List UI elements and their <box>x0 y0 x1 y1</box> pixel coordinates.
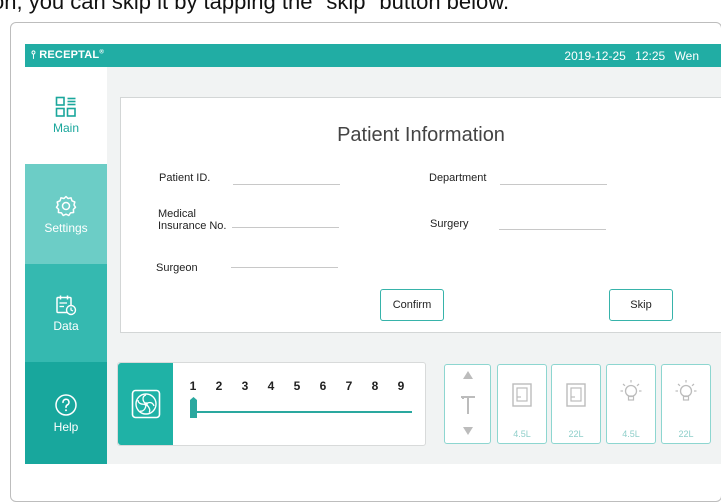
lightbulb-icon <box>607 379 655 405</box>
page-title: Patient Information <box>337 124 505 146</box>
lightbulb-icon <box>662 379 710 405</box>
datetime: 2019-12-25 12:25 Wen <box>558 49 699 63</box>
surgery-label: Surgery <box>430 218 469 230</box>
brand-name: RECEPTAL <box>39 49 100 61</box>
arrow-down-icon[interactable] <box>445 427 490 435</box>
light-caption: 4.5L <box>622 429 640 439</box>
sidebar-item-label: Help <box>53 419 79 434</box>
patient-id-field[interactable] <box>233 184 340 185</box>
speed-number[interactable]: 3 <box>239 379 251 393</box>
question-circle-icon <box>55 393 77 416</box>
instruction-text: on, you can skip it by tapping the "skip… <box>0 0 510 14</box>
calendar-clock-icon <box>56 295 77 315</box>
speed-slider-track[interactable] <box>193 411 412 413</box>
grid-icon <box>55 96 76 117</box>
sidebar: Main Settings Data Help <box>25 67 107 464</box>
speed-number[interactable]: 9 <box>395 379 407 393</box>
sidebar-item-main[interactable]: Main <box>25 67 107 164</box>
medical-insurance-label-2: Insurance No. <box>158 220 227 232</box>
medical-insurance-label-1: Medical <box>158 208 196 220</box>
speed-number[interactable]: 8 <box>369 379 381 393</box>
patient-info-panel: Patient Information Patient ID. Medical … <box>120 97 721 333</box>
canister-22l-button[interactable]: 22L <box>551 364 601 444</box>
device-screen: ⫯ RECEPTAL® 2019-12-25 12:25 Wen Main Se… <box>25 44 721 464</box>
fan-speed-control: 1 2 3 4 5 6 7 8 9 <box>117 362 426 446</box>
brand-logo: ⫯ RECEPTAL® <box>31 49 104 61</box>
top-bar: ⫯ RECEPTAL® 2019-12-25 12:25 Wen <box>25 44 721 67</box>
speed-number[interactable]: 4 <box>265 379 277 393</box>
speed-number[interactable]: 6 <box>317 379 329 393</box>
suction-tip-control <box>444 364 491 444</box>
surgery-field[interactable] <box>499 229 606 230</box>
department-label: Department <box>429 172 487 184</box>
sidebar-item-label: Settings <box>44 220 88 235</box>
light-4-5l-button[interactable]: 4.5L <box>606 364 656 444</box>
sidebar-item-help[interactable]: Help <box>25 362 107 464</box>
canister-caption: 22L <box>568 429 584 439</box>
brand-mark-icon: ⫯ <box>31 49 40 61</box>
speed-slider-handle[interactable] <box>188 397 199 419</box>
fan-icon <box>131 389 160 419</box>
canister-icon <box>498 383 546 407</box>
surgeon-label: Surgeon <box>156 262 198 274</box>
canister-4-5l-button[interactable]: 4.5L <box>497 364 547 444</box>
speed-number[interactable]: 5 <box>291 379 303 393</box>
sidebar-item-settings[interactable]: Settings <box>25 164 107 264</box>
speed-number[interactable]: 1 <box>187 379 199 393</box>
sidebar-item-data[interactable]: Data <box>25 264 107 362</box>
speed-number[interactable]: 2 <box>213 379 225 393</box>
fan-button[interactable] <box>118 363 173 445</box>
light-caption: 22L <box>678 429 694 439</box>
speed-number[interactable]: 7 <box>343 379 355 393</box>
patient-id-label: Patient ID. <box>159 172 211 184</box>
weekday-text: Wen <box>674 49 699 63</box>
surgeon-field[interactable] <box>231 267 338 268</box>
light-22l-button[interactable]: 22L <box>661 364 711 444</box>
sidebar-item-label: Main <box>52 121 79 135</box>
medical-insurance-field[interactable] <box>232 227 339 228</box>
canister-caption: 4.5L <box>513 429 531 439</box>
canister-icon <box>552 383 600 407</box>
skip-button[interactable]: Skip <box>609 289 673 321</box>
suction-tip-icon <box>445 394 490 416</box>
date-text: 2019-12-25 <box>564 49 626 63</box>
arrow-up-icon[interactable] <box>445 371 490 379</box>
department-field[interactable] <box>500 184 607 185</box>
sidebar-item-label: Data <box>53 318 79 333</box>
confirm-button[interactable]: Confirm <box>380 289 444 321</box>
time-text: 12:25 <box>635 49 666 63</box>
gear-icon <box>55 195 77 216</box>
